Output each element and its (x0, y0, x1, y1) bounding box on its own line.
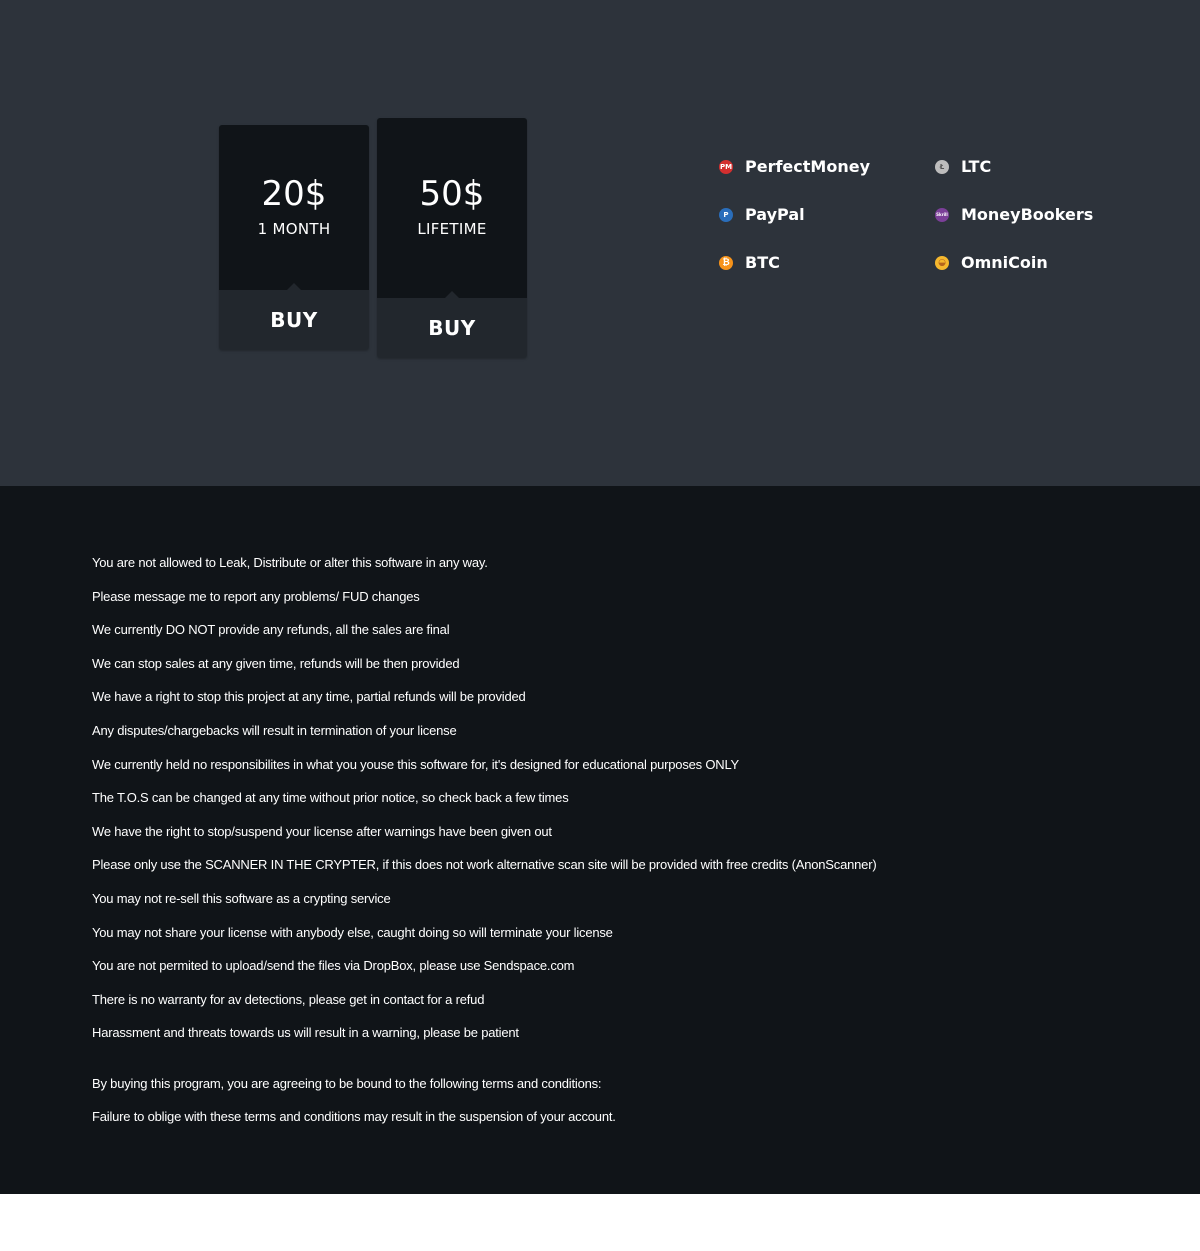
tos-rule: We have the right to stop/suspend your l… (92, 824, 552, 839)
tos-rule: Please only use the SCANNER IN THE CRYPT… (92, 857, 877, 872)
notch-arrow (445, 291, 459, 298)
skrill-icon: Skrill (935, 208, 949, 222)
tos-rule: We currently DO NOT provide any refunds,… (92, 622, 450, 637)
payment-method-label: MoneyBookers (961, 205, 1094, 224)
tos-rule: We can stop sales at any given time, ref… (92, 656, 460, 671)
buy-button-lifetime[interactable]: BUY (377, 298, 527, 358)
pricing-card-header: 50$ LIFETIME (377, 118, 527, 298)
tos-rule: We have a right to stop this project at … (92, 689, 526, 704)
tos-rule: We currently held no responsibilites in … (92, 757, 740, 772)
bitcoin-icon: ₿ (719, 256, 733, 270)
term-label: 1 MONTH (257, 220, 331, 238)
tos-rule: Any disputes/chargebacks will result in … (92, 723, 457, 738)
payment-method-label: PayPal (745, 205, 805, 224)
pricing-card-monthly: 20$ 1 MONTH BUY (219, 125, 369, 350)
tos-agreement: By buying this program, you are agreeing… (92, 1076, 602, 1091)
tos-rule: You are not permited to upload/send the … (92, 958, 575, 973)
omnicoin-icon: ◒ (935, 256, 949, 270)
buy-button-monthly[interactable]: BUY (219, 290, 369, 350)
paypal-icon: P (719, 208, 733, 222)
tos-rule: The T.O.S can be changed at any time wit… (92, 790, 569, 805)
price-label: 50$ (419, 174, 485, 214)
tos-rule: You may not share your license with anyb… (92, 925, 613, 940)
pricing-card-lifetime: 50$ LIFETIME BUY (377, 118, 527, 358)
tos-rule: You may not re-sell this software as a c… (92, 891, 391, 906)
tos-rule: There is no warranty for av detections, … (92, 992, 485, 1007)
payment-method-label: PerfectMoney (745, 157, 870, 176)
payment-method-label: OmniCoin (961, 253, 1048, 272)
pricing-card-header: 20$ 1 MONTH (219, 125, 369, 290)
tos-rule: Please message me to report any problems… (92, 589, 420, 604)
litecoin-icon: Ł (935, 160, 949, 174)
payment-method-label: BTC (745, 253, 780, 272)
perfectmoney-icon: PM (719, 160, 733, 174)
tos-failure-notice: Failure to oblige with these terms and c… (92, 1109, 616, 1124)
terms-section: You are not allowed to Leak, Distribute … (0, 486, 1200, 1194)
notch-arrow (287, 283, 301, 290)
payment-method-label: LTC (961, 157, 992, 176)
term-label: LIFETIME (417, 220, 487, 238)
pricing-section: 20$ 1 MONTH BUY 50$ LIFETIME BUY PM Perf… (0, 0, 1200, 486)
tos-rule: Harassment and threats towards us will r… (92, 1025, 519, 1040)
tos-rule: You are not allowed to Leak, Distribute … (92, 555, 488, 570)
price-label: 20$ (261, 174, 327, 214)
